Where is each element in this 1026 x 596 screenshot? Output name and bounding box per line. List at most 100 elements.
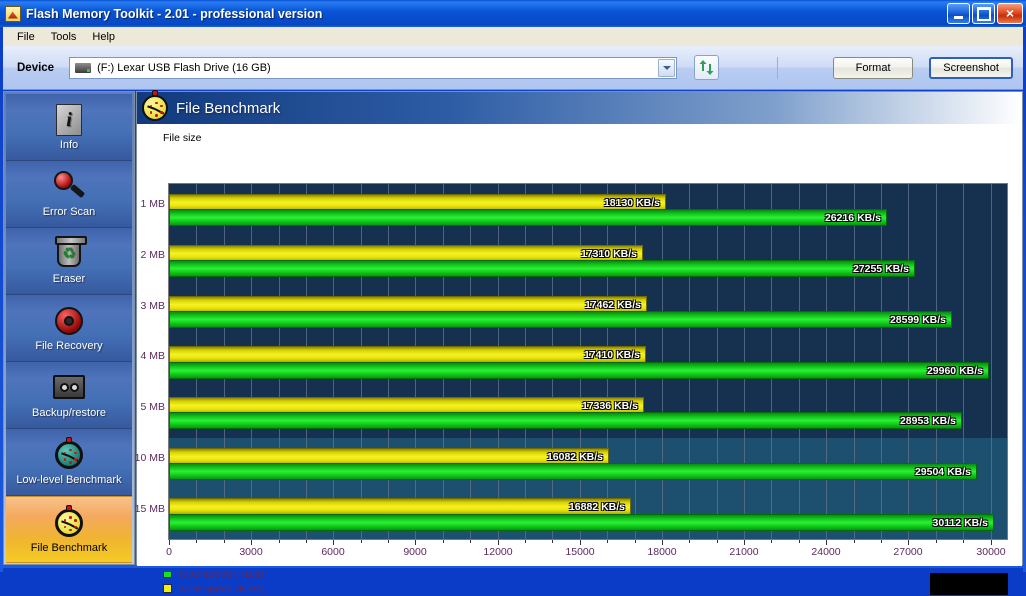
- close-button[interactable]: ×: [997, 3, 1023, 24]
- chart-bar-read: 28599 KB/s: [169, 311, 952, 328]
- chart-x-tick: [251, 540, 252, 545]
- chart-x-tick: [662, 540, 663, 545]
- chart-y-tick-label: 1 MB: [140, 198, 165, 210]
- chart-x-tick: [799, 540, 800, 543]
- menu-item-help[interactable]: Help: [84, 29, 123, 45]
- chart-x-tick: [361, 540, 362, 543]
- chart-x-tick: [388, 540, 389, 543]
- device-label: Device: [17, 61, 55, 74]
- chart-x-tick-label: 24000: [811, 546, 841, 558]
- chart-bar-write: 17410 KB/s: [169, 346, 646, 363]
- chart-bar-read: 28953 KB/s: [169, 412, 962, 429]
- window-title: Flash Memory Toolkit - 2.01 - profession…: [26, 6, 323, 21]
- format-button[interactable]: Format: [833, 56, 914, 79]
- chart-y-axis-title: File size: [163, 132, 202, 144]
- cassette-tape-icon: [52, 371, 86, 405]
- chart-x-tick: [854, 540, 855, 543]
- sidebar-item-file-recovery[interactable]: File Recovery: [6, 295, 132, 362]
- chart-y-tick-label: 3 MB: [140, 300, 165, 312]
- maximize-button[interactable]: [972, 3, 995, 24]
- chart-bar-read: 26216 KB/s: [169, 209, 887, 226]
- sidebar-item-label: File Benchmark: [30, 541, 108, 554]
- chart-x-tick: [991, 540, 992, 545]
- window-controls: ×: [947, 3, 1023, 24]
- toolbar-separator: [777, 56, 779, 79]
- chart-x-tick: [333, 540, 334, 545]
- recycle-bin-icon: [52, 236, 87, 271]
- chart-x-tick-label: 12000: [483, 546, 513, 558]
- chart-x-tick: [470, 540, 471, 543]
- chart-bar-read: 30112 KB/s: [169, 514, 994, 531]
- sidebar-item-low-level-benchmark[interactable]: Low-level Benchmark: [6, 429, 132, 496]
- lifebuoy-ring-icon: [52, 304, 86, 338]
- magnifier-icon: [52, 170, 86, 204]
- info-document-icon: [52, 103, 86, 137]
- chart-x-tick: [936, 540, 937, 543]
- device-toolbar: Device (F:) Lexar USB Flash Drive (16 GB…: [3, 46, 1023, 90]
- menu-bar: File Tools Help: [3, 27, 1023, 46]
- chart-y-tick-label: 2 MB: [140, 249, 165, 261]
- chart-bar-read: 29960 KB/s: [169, 362, 989, 379]
- legend-label: write speed (KB/s): [179, 582, 265, 595]
- chart-x-tick-label: 15000: [565, 546, 595, 558]
- chart-x-tick-label: 6000: [321, 546, 345, 558]
- chart-x-tick: [196, 540, 197, 543]
- chart-x-tick-label: 27000: [893, 546, 923, 558]
- chart-x-tick: [744, 540, 745, 545]
- chart-x-tick: [580, 540, 581, 545]
- sidebar-item-backup-restore[interactable]: Backup/restore: [6, 362, 132, 429]
- device-select-value: (F:) Lexar USB Flash Drive (16 GB): [97, 61, 271, 74]
- sidebar: Info Error Scan Eraser File Recovery Bac…: [3, 91, 135, 565]
- sidebar-item-label: Low-level Benchmark: [16, 474, 122, 486]
- chart-x-tick: [279, 540, 280, 543]
- chevron-down-icon[interactable]: [658, 58, 676, 77]
- sidebar-item-error-scan[interactable]: Error Scan: [6, 161, 132, 228]
- minimize-button[interactable]: [947, 3, 970, 24]
- sidebar-item-label: Eraser: [52, 273, 86, 285]
- chart-x-tick-label: 30000: [976, 546, 1006, 558]
- sidebar-item-label: Backup/restore: [32, 407, 106, 419]
- chart-x-tick-label: 0: [166, 546, 172, 558]
- menu-item-file[interactable]: File: [9, 29, 43, 45]
- chart-x-tick: [908, 540, 909, 545]
- page-title: File Benchmark: [176, 99, 281, 117]
- chart-x-tick: [635, 540, 636, 543]
- legend-swatch: [163, 584, 172, 593]
- chart-x-tick-label: 21000: [729, 546, 759, 558]
- refresh-button[interactable]: [694, 55, 720, 80]
- chart-bar-read: 29504 KB/s: [169, 463, 977, 480]
- chart-x-tick: [443, 540, 444, 543]
- chart-gridline: [991, 184, 992, 539]
- chart-x-tick-label: 9000: [403, 546, 427, 558]
- sidebar-item-info[interactable]: Info: [6, 94, 132, 161]
- chart-y-tick-label: 5 MB: [140, 401, 165, 413]
- app-icon: [5, 5, 21, 22]
- stopwatch-yellow-icon: [142, 90, 168, 121]
- chart-x-tick: [415, 540, 416, 545]
- sidebar-item-eraser[interactable]: Eraser: [6, 228, 132, 295]
- screenshot-button[interactable]: Screenshot: [929, 56, 1014, 79]
- menu-item-tools[interactable]: Tools: [43, 29, 85, 45]
- chart-x-tick-label: 3000: [239, 546, 263, 558]
- device-select[interactable]: (F:) Lexar USB Flash Drive (16 GB): [69, 56, 678, 79]
- chart-x-tick: [607, 540, 608, 543]
- chart-y-tick-label: 15 MB: [134, 503, 165, 515]
- chart-x-tick: [525, 540, 526, 543]
- chart-x-tick: [881, 540, 882, 543]
- title-bar: Flash Memory Toolkit - 2.01 - profession…: [0, 0, 1026, 27]
- stopwatch-teal-icon: [52, 437, 86, 472]
- chart-x-tick: [689, 540, 690, 543]
- stopwatch-yellow-icon: [52, 504, 86, 540]
- chart-x-tick: [169, 540, 170, 545]
- chart-x-tick: [306, 540, 307, 543]
- panel-header: File Benchmark: [137, 90, 1022, 124]
- sidebar-item-file-benchmark[interactable]: File Benchmark: [6, 496, 132, 563]
- sidebar-item-label: Error Scan: [42, 206, 96, 218]
- chart-y-axis: 1 MB 2 MB 3 MB 4 MB 5 MB 10 MB 15 MB: [134, 183, 168, 540]
- chart-x-tick: [224, 540, 225, 543]
- chart-x-tick: [498, 540, 499, 545]
- status-bar: [3, 568, 1023, 572]
- chart-x-tick: [717, 540, 718, 543]
- chart-x-tick: [963, 540, 964, 543]
- chart-x-axis: 0 3000 6000 9000 12000 15000 18000 21000 24000 27…: [166, 540, 1010, 564]
